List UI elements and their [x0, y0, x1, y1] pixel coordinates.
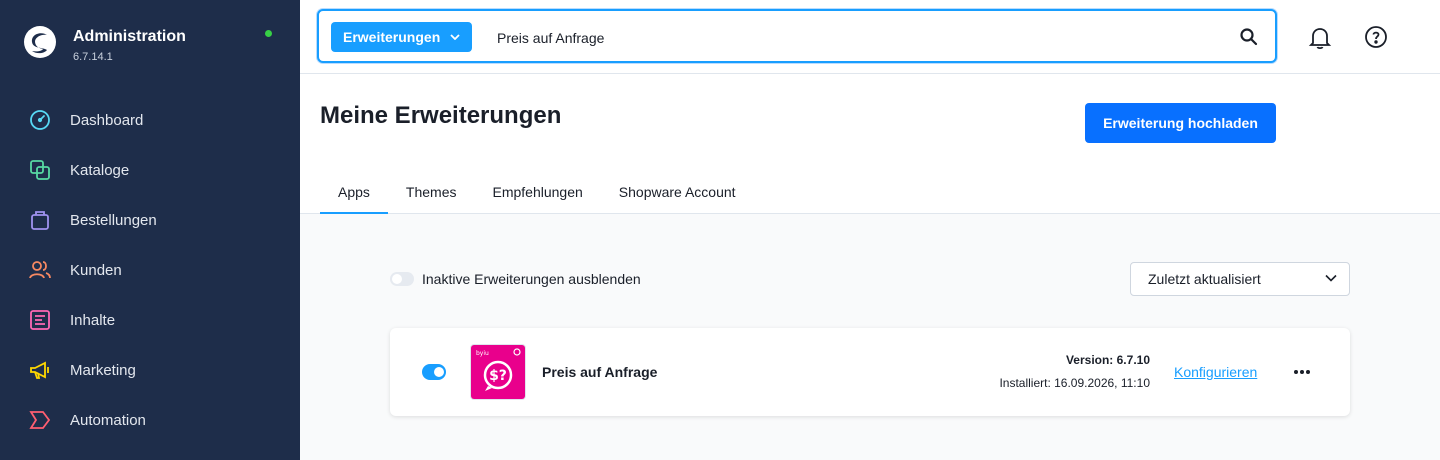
- configure-link[interactable]: Konfigurieren: [1174, 364, 1257, 380]
- extension-name: Preis auf Anfrage: [542, 364, 658, 380]
- dashboard-icon: [30, 110, 50, 130]
- search-icon[interactable]: [1239, 27, 1259, 47]
- tab-empfehlungen[interactable]: Empfehlungen: [475, 174, 601, 214]
- sidebar-item-marketing[interactable]: Marketing: [0, 345, 300, 395]
- upload-extension-button[interactable]: Erweiterung hochladen: [1085, 103, 1276, 143]
- chevron-down-icon: [1325, 274, 1337, 282]
- hide-inactive-label: Inaktive Erweiterungen ausblenden: [422, 271, 641, 287]
- tab-apps[interactable]: Apps: [320, 174, 388, 214]
- content-header: Meine Erweiterungen Erweiterung hochlade…: [300, 74, 1440, 214]
- sidebar-item-dashboard[interactable]: Dashboard: [0, 95, 300, 145]
- sidebar-item-label: Inhalte: [70, 311, 116, 329]
- app-title: Administration: [73, 28, 186, 45]
- more-options-icon[interactable]: [1290, 362, 1314, 382]
- svg-text:byiu: byiu: [476, 350, 489, 357]
- top-bar: Erweiterungen: [300, 0, 1440, 74]
- megaphone-icon: [30, 361, 49, 379]
- sort-select[interactable]: Zuletzt aktualisiert: [1130, 262, 1350, 296]
- hide-inactive-toggle[interactable]: [390, 272, 414, 286]
- sidebar-item-kataloge[interactable]: Kataloge: [0, 145, 300, 195]
- users-icon: [29, 261, 51, 279]
- search-type-label: Erweiterungen: [343, 29, 441, 45]
- tab-themes[interactable]: Themes: [388, 174, 475, 214]
- sidebar-item-kunden[interactable]: Kunden: [0, 245, 300, 295]
- sidebar-item-label: Kunden: [70, 261, 122, 279]
- sort-select-value: Zuletzt aktualisiert: [1148, 271, 1261, 287]
- extension-version: Version: 6.7.10: [1065, 353, 1150, 367]
- sidebar-nav: Dashboard Kataloge Bestellungen Kunden I…: [0, 95, 300, 445]
- online-status-indicator: [265, 30, 272, 37]
- tabs: Apps Themes Empfehlungen Shopware Accoun…: [320, 174, 754, 214]
- extension-logo-icon: byiu $?: [471, 345, 525, 399]
- extension-logo: byiu $?: [470, 344, 526, 400]
- extension-active-toggle[interactable]: [422, 364, 446, 380]
- sidebar-item-label: Dashboard: [70, 111, 144, 129]
- sidebar-item-label: Automation: [70, 411, 146, 429]
- extension-installed-date: Installiert: 16.09.2026, 11:10: [999, 376, 1150, 390]
- sidebar-item-automation[interactable]: Automation: [0, 395, 300, 445]
- app-version: 6.7.14.1: [73, 51, 113, 63]
- chevron-down-icon: [450, 34, 460, 40]
- search-input[interactable]: [495, 25, 1219, 51]
- sidebar-item-label: Kataloge: [70, 161, 130, 179]
- shopware-logo-icon[interactable]: [23, 25, 57, 59]
- sidebar-item-label: Marketing: [70, 361, 136, 379]
- global-search: Erweiterungen: [317, 9, 1277, 63]
- catalog-icon: [30, 160, 50, 180]
- help-icon[interactable]: [1364, 25, 1388, 49]
- bag-icon: [31, 211, 49, 230]
- sidebar-item-bestellungen[interactable]: Bestellungen: [0, 195, 300, 245]
- bell-icon[interactable]: [1307, 25, 1333, 51]
- page-title: Meine Erweiterungen: [320, 102, 562, 129]
- sidebar-item-label: Bestellungen: [70, 211, 157, 229]
- sidebar-item-inhalte[interactable]: Inhalte: [0, 295, 300, 345]
- automation-icon: [29, 411, 51, 429]
- extension-card: byiu $? Preis auf Anfrage Version: 6.7.1…: [390, 328, 1350, 416]
- svg-text:$?: $?: [489, 368, 507, 384]
- search-type-select[interactable]: Erweiterungen: [331, 22, 473, 52]
- sidebar: Administration 6.7.14.1 Dashboard Katalo…: [0, 0, 300, 460]
- tab-shopware-account[interactable]: Shopware Account: [601, 174, 754, 214]
- content-icon: [30, 310, 50, 330]
